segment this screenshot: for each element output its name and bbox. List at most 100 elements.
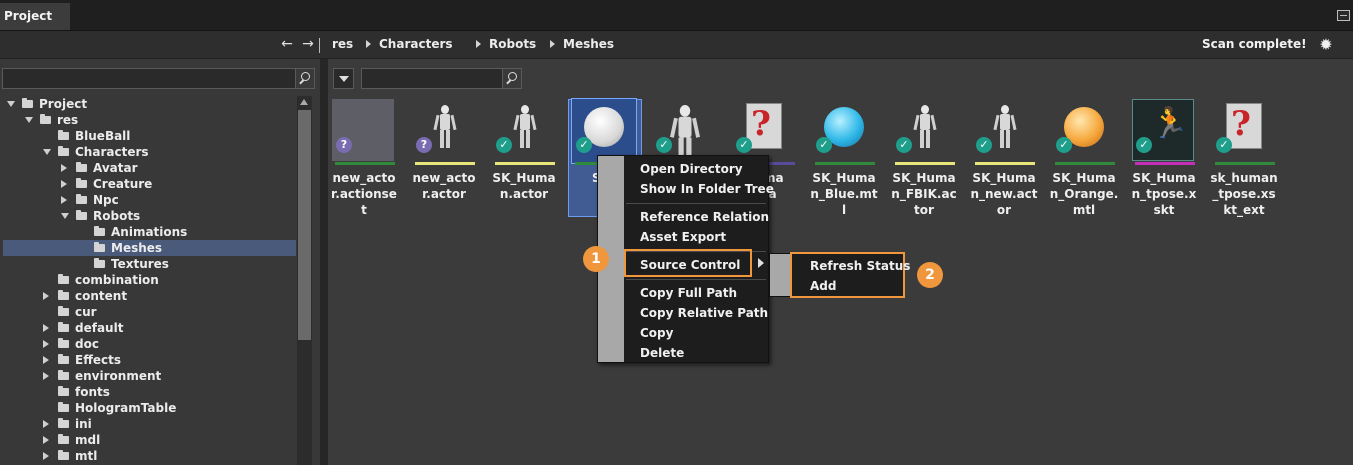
- expand-right-icon[interactable]: [43, 452, 49, 460]
- forward-arrow-icon[interactable]: →: [301, 36, 315, 52]
- gear-icon[interactable]: ✹: [1318, 37, 1334, 53]
- tree-item-mtl[interactable]: mtl: [3, 448, 296, 464]
- menu-item-open-directory[interactable]: Open Directory: [640, 162, 743, 176]
- tree-item-mdl[interactable]: mdl: [3, 432, 296, 448]
- tree-item-creature[interactable]: Creature: [3, 176, 296, 192]
- pin-panel-icon[interactable]: [1337, 10, 1350, 21]
- search-icon[interactable]: [502, 69, 521, 88]
- asset-thumbnail: [332, 99, 396, 163]
- filter-dropdown[interactable]: [333, 68, 354, 89]
- expand-down-icon[interactable]: [7, 101, 15, 107]
- tree-item-hologramtable[interactable]: HologramTable: [3, 400, 296, 416]
- asset-search-input[interactable]: [361, 68, 522, 89]
- tree-item-ini[interactable]: ini: [3, 416, 296, 432]
- tree-item-npc[interactable]: Npc: [3, 192, 296, 208]
- tree-item-characters[interactable]: Characters: [3, 144, 296, 160]
- menu-item-refresh-status[interactable]: Refresh Status: [810, 259, 910, 273]
- scroll-up-icon[interactable]: [300, 99, 308, 105]
- expand-down-icon[interactable]: [25, 117, 33, 123]
- asset-type-bar: [815, 162, 875, 165]
- tree-item-combination[interactable]: combination: [3, 272, 296, 288]
- untracked-icon: ?: [416, 137, 432, 153]
- tree-item-label: Animations: [111, 225, 188, 239]
- expand-right-icon[interactable]: [43, 356, 49, 364]
- folder-icon: [58, 450, 69, 460]
- menu-item-add[interactable]: Add: [810, 279, 836, 293]
- folder-icon: [76, 178, 87, 188]
- expand-right-icon[interactable]: [43, 436, 49, 444]
- menu-item-copy-full-path[interactable]: Copy Full Path: [640, 286, 737, 300]
- menu-item-copy-relative-path[interactable]: Copy Relative Path: [640, 306, 768, 320]
- folder-icon: [58, 130, 69, 140]
- asset-thumbnail: [892, 99, 956, 163]
- title-bar: Project: [0, 0, 1353, 31]
- tree-item-label: ini: [75, 417, 92, 431]
- breadcrumb-chevron-icon: [550, 40, 555, 48]
- expand-right-icon[interactable]: [43, 292, 49, 300]
- tree-scrollbar[interactable]: [297, 96, 312, 465]
- tree-item-fonts[interactable]: fonts: [3, 384, 296, 400]
- search-icon[interactable]: [295, 69, 314, 88]
- breadcrumb-item[interactable]: res: [332, 37, 353, 51]
- expand-right-icon[interactable]: [43, 420, 49, 428]
- tree-item-label: BlueBall: [75, 129, 131, 143]
- expand-right-icon[interactable]: [43, 372, 49, 380]
- expand-right-icon[interactable]: [61, 196, 67, 204]
- asset-thumbnail: 🏃: [1132, 99, 1196, 163]
- tree-item-animations[interactable]: Animations: [3, 224, 296, 240]
- expand-down-icon[interactable]: [43, 149, 51, 155]
- folder-icon: [76, 194, 87, 204]
- tree-item-textures[interactable]: Textures: [3, 256, 296, 272]
- tree-item-environment[interactable]: environment: [3, 368, 296, 384]
- folder-icon: [40, 114, 51, 124]
- tree-item-project[interactable]: Project: [3, 96, 296, 112]
- breadcrumb-item[interactable]: Meshes: [563, 37, 614, 51]
- tree-item-avatar[interactable]: Avatar: [3, 160, 296, 176]
- panel-splitter[interactable]: [320, 59, 328, 465]
- menu-item-asset-export[interactable]: Asset Export: [640, 230, 726, 244]
- submenu-gutter: [770, 254, 790, 296]
- tab-project[interactable]: Project: [0, 3, 70, 30]
- menu-item-copy[interactable]: Copy: [640, 326, 673, 340]
- expand-right-icon[interactable]: [61, 180, 67, 188]
- menu-item-show-in-folder-tree[interactable]: Show In Folder Tree: [640, 182, 774, 196]
- expand-right-icon[interactable]: [61, 164, 67, 172]
- asset-label: sk_human _tpose.xs kt_ext: [1210, 171, 1278, 217]
- folder-icon: [94, 242, 105, 252]
- asset-thumbnail: [571, 98, 637, 164]
- asset-type-bar: [895, 162, 955, 165]
- menu-item-delete[interactable]: Delete: [640, 346, 684, 360]
- tree-item-robots[interactable]: Robots: [3, 208, 296, 224]
- tree-item-meshes[interactable]: Meshes: [3, 240, 296, 256]
- expand-down-icon[interactable]: [61, 213, 69, 219]
- menu-divider: [626, 203, 766, 204]
- tree-item-label: doc: [75, 337, 99, 351]
- menu-item-reference-relation[interactable]: Reference Relation: [640, 210, 769, 224]
- back-arrow-icon[interactable]: ←: [280, 36, 294, 52]
- breadcrumb-item[interactable]: Robots: [489, 37, 536, 51]
- checked-in-icon: ✓: [1056, 137, 1072, 153]
- context-menu: Open Directory Show In Folder Tree Refer…: [597, 155, 774, 363]
- breadcrumb-item[interactable]: Characters: [379, 37, 453, 51]
- tree-item-default[interactable]: default: [3, 320, 296, 336]
- asset-type-bar: [415, 162, 475, 165]
- tree-item-label: combination: [75, 273, 159, 287]
- folder-icon: [58, 402, 69, 412]
- tree-item-content[interactable]: content: [3, 288, 296, 304]
- folder-icon: [58, 338, 69, 348]
- tree-item-effects[interactable]: Effects: [3, 352, 296, 368]
- tree-search-input[interactable]: [2, 68, 315, 89]
- tree-item-doc[interactable]: doc: [3, 336, 296, 352]
- folder-icon: [94, 226, 105, 236]
- step-badge-2: 2: [917, 262, 943, 288]
- tree-item-res[interactable]: res: [3, 112, 296, 128]
- tree-item-cur[interactable]: cur: [3, 304, 296, 320]
- scrollbar-thumb[interactable]: [298, 110, 311, 340]
- tree-item-blueball[interactable]: BlueBall: [3, 128, 296, 144]
- tree-item-label: HologramTable: [75, 401, 177, 415]
- menu-item-source-control[interactable]: Source Control: [640, 258, 740, 272]
- asset-thumbnail: ?: [1212, 99, 1276, 163]
- expand-right-icon[interactable]: [43, 324, 49, 332]
- actor-figure-icon: [513, 105, 537, 149]
- expand-right-icon[interactable]: [43, 340, 49, 348]
